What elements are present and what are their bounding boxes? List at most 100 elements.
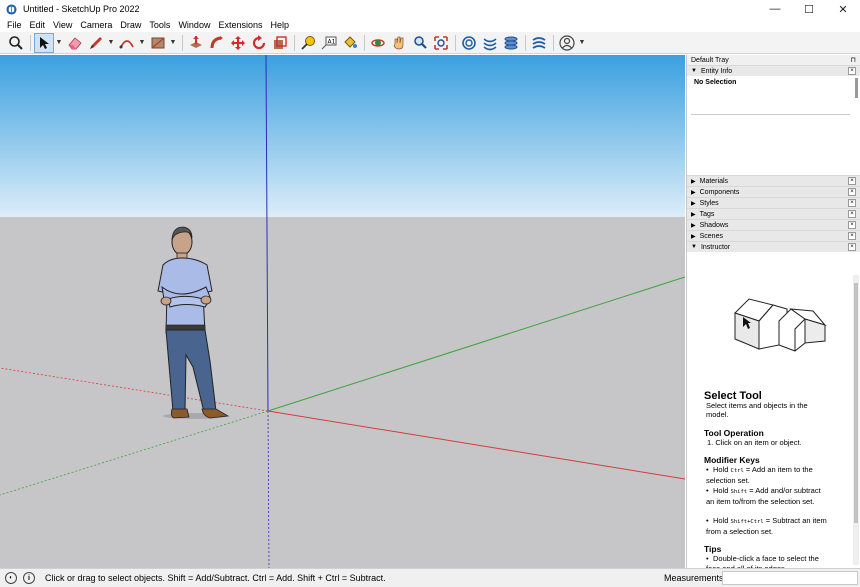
- paint-bucket-icon: [344, 35, 357, 48]
- rotate-tool-button[interactable]: [249, 33, 269, 53]
- close-icon[interactable]: ×: [848, 188, 856, 196]
- tape-measure-tool-button[interactable]: [298, 33, 318, 53]
- close-icon[interactable]: ×: [848, 232, 856, 240]
- panel-materials[interactable]: ▶ Materials ×: [687, 175, 860, 186]
- follow-me-icon: [210, 35, 223, 48]
- toolbar-separator: [30, 34, 31, 51]
- push-pull-tool-button[interactable]: [186, 33, 206, 53]
- expand-down-icon: ▼: [691, 244, 697, 250]
- menu-file[interactable]: File: [3, 20, 26, 30]
- menu-draw[interactable]: Draw: [116, 20, 145, 30]
- zoom-icon: [414, 35, 427, 49]
- panel-components[interactable]: ▶ Components ×: [687, 186, 860, 197]
- zoom-extents-tool-button[interactable]: [431, 33, 451, 53]
- model-canvas[interactable]: [0, 55, 685, 568]
- panel-tags[interactable]: ▶ Tags ×: [687, 208, 860, 219]
- expand-right-icon: ▶: [691, 200, 696, 207]
- rotate-icon: [252, 34, 266, 49]
- scrollbar-thumb[interactable]: [854, 283, 858, 523]
- menu-extensions[interactable]: Extensions: [214, 20, 266, 30]
- move-arrows-icon: [231, 35, 245, 50]
- expand-down-icon: ▼: [691, 68, 697, 74]
- instructor-description: Select items and objects in the model.: [706, 401, 808, 419]
- scale-tool-button[interactable]: [270, 33, 290, 53]
- default-tray: Default Tray ⊓ ▼ Entity Info × No Select…: [686, 55, 860, 568]
- close-icon[interactable]: ×: [848, 221, 856, 229]
- tray-header: Default Tray ⊓: [687, 55, 860, 65]
- 3d-warehouse-button[interactable]: [459, 33, 479, 53]
- line-tool-button[interactable]: [86, 33, 106, 53]
- panel-label: Styles: [699, 199, 719, 207]
- modifier-key: Ctrl: [730, 468, 744, 474]
- tip-text: Double-click a face to select the face a…: [706, 554, 819, 568]
- panel-scenes[interactable]: ▶ Scenes ×: [687, 230, 860, 241]
- orbit-tool-button[interactable]: [368, 33, 388, 53]
- modifier-key: Shift: [730, 489, 748, 495]
- eraser-tool-button[interactable]: [65, 33, 85, 53]
- expand-right-icon: ▶: [691, 233, 696, 240]
- arc-dropdown[interactable]: ▼: [138, 33, 146, 53]
- panel-label: Scenes: [699, 232, 723, 240]
- arc-tool-button[interactable]: [117, 33, 137, 53]
- close-icon[interactable]: ×: [848, 210, 856, 218]
- maximize-button[interactable]: ☐: [792, 0, 826, 18]
- toolbar-separator: [455, 34, 456, 51]
- follow-me-tool-button[interactable]: [207, 33, 227, 53]
- svg-text:A1: A1: [328, 38, 336, 45]
- close-icon[interactable]: ×: [848, 199, 856, 207]
- sandbox-tool-button[interactable]: [529, 33, 549, 53]
- menu-view[interactable]: View: [49, 20, 76, 30]
- zoom-tool-button[interactable]: [410, 33, 430, 53]
- close-icon[interactable]: ×: [848, 177, 856, 185]
- line-dropdown[interactable]: ▼: [107, 33, 115, 53]
- menu-tools[interactable]: Tools: [145, 20, 174, 30]
- menu-window[interactable]: Window: [174, 20, 214, 30]
- move-tool-button[interactable]: [228, 33, 248, 53]
- menu-camera[interactable]: Camera: [76, 20, 116, 30]
- close-icon[interactable]: ×: [848, 67, 856, 75]
- menu-edit[interactable]: Edit: [26, 20, 50, 30]
- minimize-button[interactable]: —: [758, 0, 792, 18]
- zoom-extents-icon: [434, 35, 448, 50]
- account-dropdown[interactable]: ▼: [578, 33, 586, 53]
- sky: [0, 55, 685, 217]
- tips-heading: Tips: [704, 544, 722, 554]
- toolbar-separator: [525, 34, 526, 51]
- measurements-input[interactable]: [722, 571, 858, 585]
- menu-help[interactable]: Help: [266, 20, 293, 30]
- extension-manager-button[interactable]: [501, 33, 521, 53]
- close-icon[interactable]: ×: [848, 243, 856, 251]
- extension-manager-icon: [504, 36, 518, 49]
- modifier-text: Hold: [713, 465, 731, 474]
- geo-location-icon[interactable]: ◐: [5, 572, 17, 584]
- search-tool-button[interactable]: [6, 33, 26, 53]
- expand-right-icon: ▶: [691, 189, 696, 196]
- account-button[interactable]: [557, 33, 577, 53]
- eraser-icon: [68, 36, 82, 49]
- paint-bucket-tool-button[interactable]: [340, 33, 360, 53]
- select-tool-button[interactable]: [34, 32, 54, 53]
- panel-shadows[interactable]: ▶ Shadows ×: [687, 219, 860, 230]
- expand-right-icon: ▶: [691, 211, 696, 218]
- select-dropdown[interactable]: ▼: [55, 33, 63, 53]
- pin-icon[interactable]: ⊓: [851, 56, 856, 64]
- toolbar-separator: [364, 34, 365, 51]
- shape-tool-button[interactable]: [148, 33, 168, 53]
- modifier-item: • Hold Ctrl = Add an item to the selectio…: [706, 465, 813, 485]
- info-icon[interactable]: i: [23, 572, 35, 584]
- panel-instructor[interactable]: ▼ Instructor ×: [687, 241, 860, 252]
- model-viewport[interactable]: [0, 55, 685, 568]
- panel-entity-info[interactable]: ▼ Entity Info ×: [687, 65, 860, 76]
- modifier-text: Hold: [713, 486, 731, 495]
- close-button[interactable]: ✕: [826, 0, 860, 18]
- tray-title: Default Tray: [691, 56, 729, 64]
- pan-tool-button[interactable]: [389, 33, 409, 53]
- extension-warehouse-button[interactable]: [480, 33, 500, 53]
- panel-styles[interactable]: ▶ Styles ×: [687, 197, 860, 208]
- expand-right-icon: ▶: [691, 222, 696, 229]
- tool-operation-text: 1. Click on an item or object.: [707, 438, 802, 447]
- orbit-icon: [371, 38, 385, 47]
- shape-dropdown[interactable]: ▼: [169, 33, 177, 53]
- text-tool-button[interactable]: A1: [319, 33, 339, 53]
- scrollbar[interactable]: [855, 78, 858, 98]
